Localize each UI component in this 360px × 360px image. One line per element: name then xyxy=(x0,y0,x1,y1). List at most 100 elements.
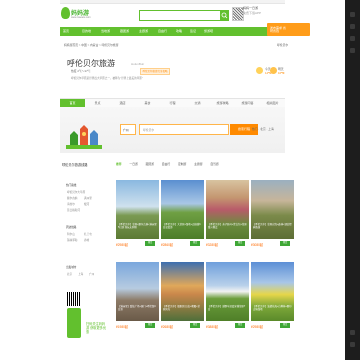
page-title-en: HulunBuir xyxy=(131,62,145,66)
product-price: ¥2680起 xyxy=(161,325,174,329)
departure-city-select[interactable]: 广州 xyxy=(120,124,136,135)
book-button[interactable]: 预定 xyxy=(280,241,290,246)
weather-tomorrow-value: 16℃ xyxy=(278,71,285,75)
book-button[interactable]: 预定 xyxy=(190,241,200,246)
phone-icon xyxy=(67,308,81,338)
product-caption: 【呼伦贝尔】草原自驾+森林+湖泊经典路线 xyxy=(253,223,292,229)
sidebar-link[interactable]: 莫日格勒河 xyxy=(67,208,80,212)
product-photo xyxy=(116,262,159,321)
filter-tab[interactable]: 主题游 xyxy=(194,162,202,166)
page-title: 呼伦贝尔旅游 xyxy=(67,59,115,68)
breadcrumb-item[interactable]: 妈妈游首页 xyxy=(64,43,78,47)
book-button[interactable]: 预定 xyxy=(145,241,155,246)
filter-tab[interactable]: 跟团游 xyxy=(146,162,154,166)
product-price: ¥3080起 xyxy=(251,243,264,247)
book-button[interactable]: 预定 xyxy=(145,323,155,328)
book-button[interactable]: 预定 xyxy=(280,323,290,328)
site-search-button[interactable] xyxy=(220,10,229,21)
breadcrumb: 妈妈游首页 > 中国 > 内蒙古 > 呼伦贝尔旅游 xyxy=(64,43,119,47)
product-price: ¥2980起 xyxy=(251,325,264,329)
breadcrumb-right[interactable]: 呼伦贝尔 xyxy=(277,43,288,47)
sidebar-link[interactable]: 赤峰 xyxy=(84,238,89,242)
book-button[interactable]: 预定 xyxy=(190,323,200,328)
toolbar-icon[interactable] xyxy=(350,48,355,53)
sidebar-link[interactable]: 扎兰屯 xyxy=(84,232,92,236)
book-button[interactable]: 预定 xyxy=(235,241,245,246)
browser-side-toolbar xyxy=(345,0,360,360)
sidebar-link[interactable]: 广州 xyxy=(89,272,94,276)
destination-input[interactable]: 呼伦贝尔 xyxy=(139,124,229,135)
search-icon xyxy=(221,12,228,19)
sidebar-link[interactable]: 阿尔山 xyxy=(67,232,75,236)
nav-item[interactable]: 当地游 xyxy=(101,29,110,33)
product-photo xyxy=(116,180,159,239)
breadcrumb-item[interactable]: 内蒙古 xyxy=(90,43,98,47)
sidebar-link[interactable]: 北京 xyxy=(67,272,72,276)
product-caption: 【满洲里】套娃广场+国门+呼伦湖4日游 xyxy=(118,305,156,311)
product-photo xyxy=(161,262,204,321)
app-subtitle: 免费下载APP xyxy=(243,11,262,15)
nav-item[interactable]: 跟团游 xyxy=(120,29,129,33)
sidebar-link[interactable]: 上海 xyxy=(78,272,83,276)
guide-badge[interactable]: 呼伦贝尔旅游完全攻略 xyxy=(140,68,170,75)
sidebar-link[interactable]: 呼伦贝尔大草原 xyxy=(67,190,85,194)
top-utility-bar xyxy=(60,0,285,4)
weather-widget: 今天 14℃ 明天 16℃ xyxy=(256,67,286,91)
publish-request-button[interactable]: 发布需求 省时省钱 xyxy=(267,23,310,36)
product-photo xyxy=(251,262,294,321)
product-caption: 【呼伦贝尔】越野车深度穿越草原7日 xyxy=(208,305,246,311)
toolbar-icon[interactable] xyxy=(350,24,355,29)
product-price: ¥2860起 xyxy=(161,243,174,247)
product-photo xyxy=(206,180,249,239)
qr-caption: 扫码关注妈妈游 获取更多优惠 xyxy=(86,322,107,334)
product-caption: 【呼伦贝尔】油菜花海+白桦林+额尔古纳湿地 xyxy=(253,305,292,311)
book-button[interactable]: 预定 xyxy=(235,323,245,328)
nav-item[interactable]: 首页 xyxy=(63,29,69,33)
sidebar-link[interactable]: 海拉尔 xyxy=(67,202,75,206)
product-caption: 【呼伦贝尔】摄影团 日出+晚霞+草原风光 xyxy=(163,305,200,311)
logo-mark-icon xyxy=(61,7,70,19)
filter-tab[interactable]: 一日游 xyxy=(129,162,137,166)
popular-links[interactable]: 热门 · 北京 · 上海 xyxy=(252,127,274,131)
sidebar-link[interactable]: 根河 xyxy=(84,202,89,206)
cta-label: 发布需求 省时省钱 xyxy=(270,26,286,33)
app-download[interactable]: 妈妈一日游 免费下载APP xyxy=(243,6,273,22)
landmark-illustration xyxy=(66,125,102,149)
sidebar-link[interactable]: 满洲里 xyxy=(84,196,92,200)
sun-icon xyxy=(270,67,277,74)
toolbar-icon[interactable] xyxy=(350,36,355,41)
sun-icon xyxy=(256,67,263,74)
logo-url: www.maoetu.com xyxy=(71,16,91,19)
destination-description: 呼伦贝尔草原是世界四大草原之一，被称为“世界上最美的草原” xyxy=(71,77,143,80)
app-title: 妈妈一日游 xyxy=(243,6,259,10)
qr-code xyxy=(67,292,81,306)
nav-item[interactable]: 旅游吧 xyxy=(204,29,213,33)
nav-item[interactable]: 签证 xyxy=(190,29,196,33)
product-photo xyxy=(206,262,249,321)
filter-tab[interactable]: 推荐 xyxy=(116,162,122,166)
main-nav: 首页 目的地 当地游 跟团游 主题游 自由行 攻略 签证 旅游吧 xyxy=(60,27,285,36)
product-price: ¥1980起 xyxy=(116,325,129,329)
nav-item[interactable]: 攻略 xyxy=(176,29,182,33)
product-caption: 【呼伦贝尔】草原+额尔古纳+满洲里5日游 纯玩无购物 xyxy=(118,223,157,229)
sidebar-link[interactable]: 锡林郭勒 xyxy=(67,238,77,242)
nav-item[interactable]: 自由行 xyxy=(158,29,167,33)
destination-stats: 热度 2℃～17℃ xyxy=(71,69,91,73)
sidebar-link[interactable]: 额尔古纳 xyxy=(67,196,77,200)
site-logo[interactable]: 妈妈游 www.maoetu.com xyxy=(61,7,95,27)
toolbar-icon[interactable] xyxy=(350,12,355,17)
sidebar-group-title: 周边线路 xyxy=(66,226,77,229)
breadcrumb-item[interactable]: 中国 xyxy=(81,43,87,47)
trip-search-form: 广州 呼伦贝尔 搜索行程 xyxy=(120,124,258,137)
toolbar-icon[interactable] xyxy=(350,342,355,347)
filter-tab[interactable]: 定制游 xyxy=(178,162,186,166)
nav-item[interactable]: 主题游 xyxy=(139,29,148,33)
filter-tab[interactable]: 自由行 xyxy=(162,162,170,166)
nav-item[interactable]: 目的地 xyxy=(82,29,91,33)
sidebar-group-title: 热门路线 xyxy=(66,184,77,187)
product-price: ¥3880起 xyxy=(206,325,219,329)
site-search-input[interactable] xyxy=(139,10,221,21)
toolbar-icon[interactable] xyxy=(350,330,355,335)
sidebar-group-title: 出发城市 xyxy=(66,266,77,269)
filter-tab[interactable]: 自驾游 xyxy=(210,162,218,166)
